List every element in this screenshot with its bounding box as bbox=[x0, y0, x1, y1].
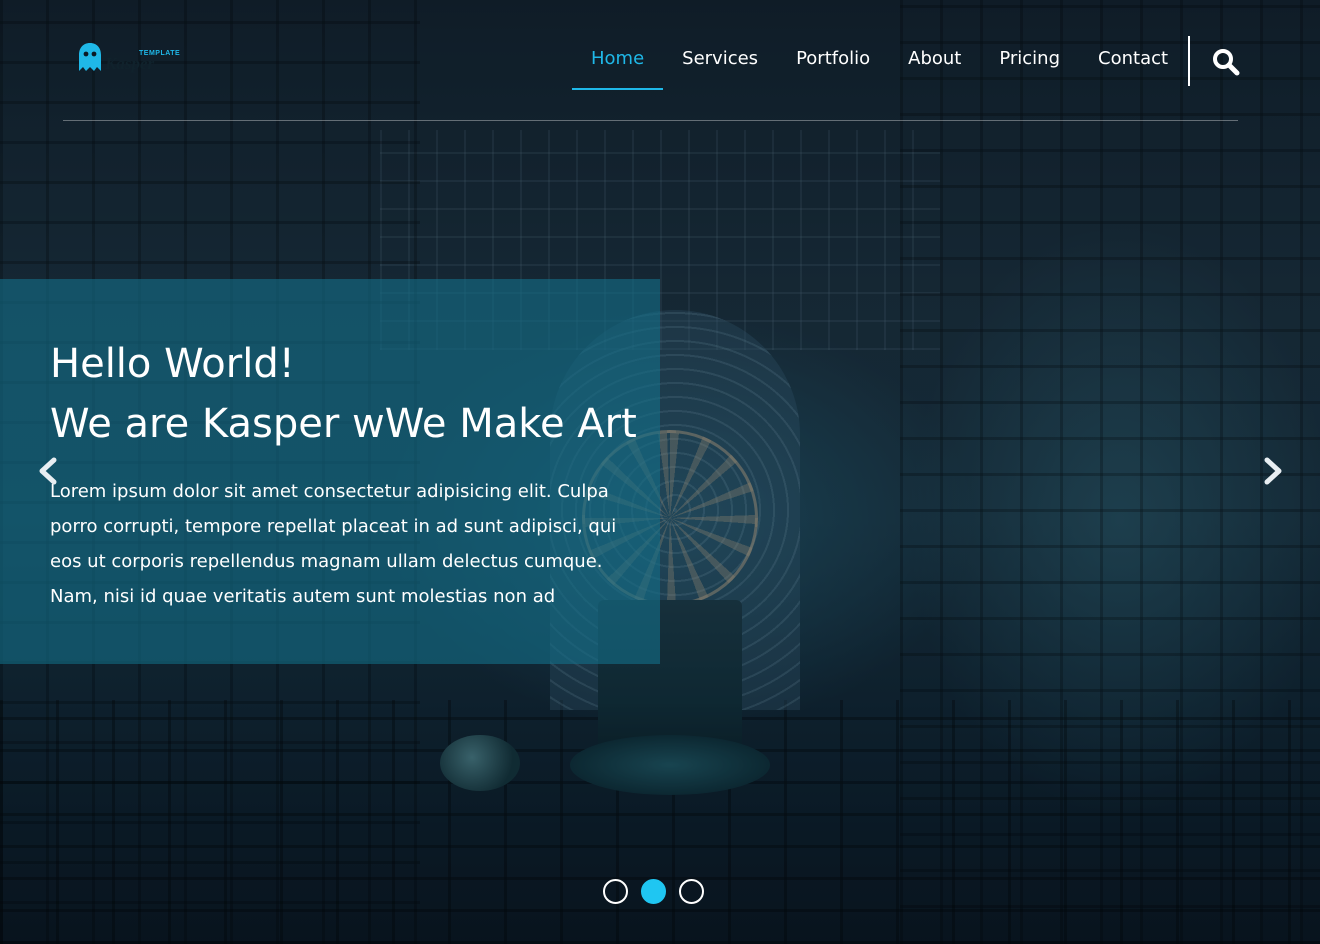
hero-title-line2: We are Kasper wWe Make Art bbox=[50, 401, 637, 447]
hero-description: Lorem ipsum dolor sit amet consectetur a… bbox=[50, 481, 617, 607]
slider-dot-2[interactable] bbox=[641, 879, 666, 904]
slider-dot-1[interactable] bbox=[603, 879, 628, 904]
nav-services[interactable]: Services bbox=[663, 38, 777, 90]
nav-home[interactable]: Home bbox=[572, 38, 664, 90]
chevron-right-icon[interactable] bbox=[1261, 456, 1285, 486]
nav-divider bbox=[1188, 36, 1190, 86]
site-header: TEMPLATE Kasper Home Services Portfolio … bbox=[63, 0, 1240, 121]
nav-contact[interactable]: Contact bbox=[1079, 38, 1187, 90]
main-nav: Home Services Portfolio About Pricing Co… bbox=[572, 38, 1187, 90]
search-icon[interactable] bbox=[1212, 48, 1240, 76]
nav-about[interactable]: About bbox=[889, 38, 980, 90]
hero-title-line1: Hello World! bbox=[50, 341, 295, 387]
slider-dots bbox=[603, 879, 704, 904]
slider-dot-3[interactable] bbox=[679, 879, 704, 904]
nav-portfolio[interactable]: Portfolio bbox=[777, 38, 889, 90]
hero-title: Hello World! We are Kasper wWe Make Art bbox=[50, 334, 637, 454]
nav-pricing[interactable]: Pricing bbox=[980, 38, 1079, 90]
ghost-icon bbox=[79, 43, 101, 71]
chevron-left-icon[interactable] bbox=[36, 456, 60, 486]
logo[interactable]: TEMPLATE Kasper bbox=[77, 42, 187, 76]
logo-text: Kasper bbox=[105, 54, 155, 73]
